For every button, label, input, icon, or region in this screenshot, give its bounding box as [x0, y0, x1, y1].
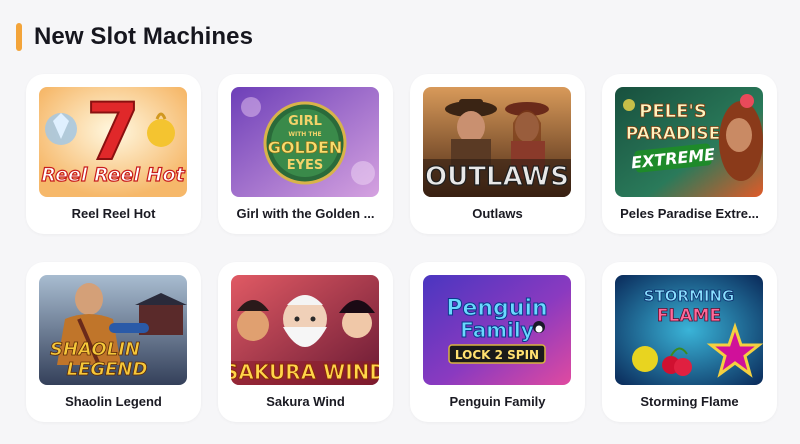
outlaws-thumbnail[interactable]: OUTLAWS: [423, 87, 571, 197]
game-title[interactable]: Reel Reel Hot: [34, 206, 193, 221]
game-card-storming-flame[interactable]: STORMING FLAME Storming Flame: [602, 262, 777, 422]
girl-with-golden-eyes-thumbnail[interactable]: GIRL WITH THE GOLDEN EYES: [231, 87, 379, 197]
art-line1: GIRL: [288, 114, 322, 129]
game-title[interactable]: Outlaws: [418, 206, 577, 221]
section-header: New Slot Machines: [16, 22, 253, 52]
reel-reel-hot-thumbnail[interactable]: 7 Reel Reel Hot: [39, 87, 187, 197]
art-line1: PELE'S: [639, 101, 707, 122]
penguin-family-thumbnail[interactable]: Penguin Family LOCK 2 SPIN: [423, 275, 571, 385]
art-title: SAKURA WIND: [231, 360, 379, 384]
art-line4: EYES: [287, 158, 324, 173]
game-title[interactable]: Girl with the Golden ...: [226, 206, 385, 221]
reel-reel-hot-art: 7 Reel Reel Hot: [39, 87, 187, 197]
shaolin-legend-art: SHAOLIN LEGEND: [39, 275, 187, 385]
storming-flame-art: STORMING FLAME: [615, 275, 763, 385]
storming-flame-thumbnail[interactable]: STORMING FLAME: [615, 275, 763, 385]
section-accent-bar: [16, 23, 22, 51]
penguin-family-art: Penguin Family LOCK 2 SPIN: [423, 275, 571, 385]
section-title: New Slot Machines: [34, 23, 254, 50]
game-card-peles-paradise[interactable]: PELE'S PARADISE EXTREME Peles Paradise E…: [602, 74, 777, 234]
game-card-outlaws[interactable]: OUTLAWS Outlaws: [410, 74, 585, 234]
sakura-wind-thumbnail[interactable]: SAKURA WIND: [231, 275, 379, 385]
art-line3: GOLDEN: [268, 138, 343, 157]
game-card-shaolin-legend[interactable]: SHAOLIN LEGEND Shaolin Legend: [26, 262, 201, 422]
art-line3: LOCK 2 SPIN: [455, 348, 539, 362]
art-line1: STORMING: [644, 287, 735, 305]
peles-paradise-art: PELE'S PARADISE EXTREME: [615, 87, 763, 197]
art-title: OUTLAWS: [425, 162, 569, 192]
art-line1: SHAOLIN: [50, 339, 140, 360]
art-line2: PARADISE: [626, 124, 721, 144]
game-card-penguin-family[interactable]: Penguin Family LOCK 2 SPIN Penguin Famil…: [410, 262, 585, 422]
slot-grid: 7 Reel Reel Hot Reel Reel Hot GIRL WITH: [26, 74, 777, 422]
game-title[interactable]: Shaolin Legend: [34, 394, 193, 409]
art-line2: WITH THE: [288, 131, 321, 138]
art-logo: Reel Reel Hot: [41, 164, 185, 186]
art-line2: FLAME: [657, 306, 721, 326]
outlaws-art: OUTLAWS: [423, 87, 571, 197]
game-title[interactable]: Storming Flame: [610, 394, 769, 409]
art-line2: Family: [460, 318, 534, 342]
game-card-sakura-wind[interactable]: SAKURA WIND Sakura Wind: [218, 262, 393, 422]
sakura-wind-art: SAKURA WIND: [231, 275, 379, 385]
art-line2: LEGEND: [67, 359, 148, 380]
game-card-reel-reel-hot[interactable]: 7 Reel Reel Hot Reel Reel Hot: [26, 74, 201, 234]
game-title[interactable]: Peles Paradise Extre...: [610, 206, 769, 221]
peles-paradise-thumbnail[interactable]: PELE'S PARADISE EXTREME: [615, 87, 763, 197]
girl-with-golden-eyes-art: GIRL WITH THE GOLDEN EYES: [231, 87, 379, 197]
game-card-girl-with-golden-eyes[interactable]: GIRL WITH THE GOLDEN EYES Girl with the …: [218, 74, 393, 234]
game-title[interactable]: Penguin Family: [418, 394, 577, 409]
shaolin-legend-thumbnail[interactable]: SHAOLIN LEGEND: [39, 275, 187, 385]
game-title[interactable]: Sakura Wind: [226, 394, 385, 409]
